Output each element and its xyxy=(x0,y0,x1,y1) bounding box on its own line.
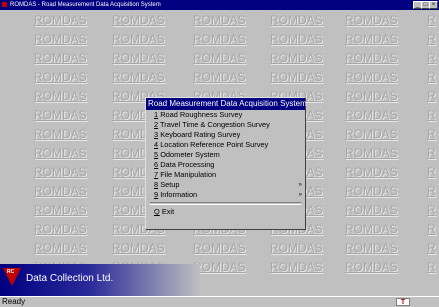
menu-item-information[interactable]: 9 Information» xyxy=(146,190,305,200)
romdas-watermark: ROMDAS xyxy=(193,13,246,27)
main-menu: Road Measurement Data Acquisition System… xyxy=(145,97,307,230)
romdas-watermark-edge: R xyxy=(427,127,436,141)
romdas-watermark: ROMDAS xyxy=(345,260,398,274)
romdas-watermark: ROMDAS xyxy=(112,51,165,65)
romdas-watermark: ROMDAS xyxy=(270,241,323,255)
romdas-watermark: ROMDAS xyxy=(34,108,87,122)
romdas-watermark-edge: R xyxy=(427,165,436,179)
romdas-watermark-edge: R xyxy=(427,51,436,65)
romdas-watermark: ROMDAS xyxy=(34,241,87,255)
romdas-watermark-edge: R xyxy=(427,222,436,236)
romdas-watermark: ROMDAS xyxy=(34,70,87,84)
romdas-watermark-edge: R xyxy=(427,70,436,84)
app-icon[interactable] xyxy=(2,2,7,7)
romdas-watermark-edge: R xyxy=(427,108,436,122)
menu-separator xyxy=(150,202,301,205)
romdas-watermark-edge: R xyxy=(427,89,436,103)
romdas-watermark: ROMDAS xyxy=(112,32,165,46)
romdas-watermark: ROMDAS xyxy=(270,32,323,46)
romdas-watermark: ROMDAS xyxy=(345,13,398,27)
romdas-watermark: ROMDAS xyxy=(34,51,87,65)
company-name: Data Collection Ltd. xyxy=(26,273,114,284)
romdas-watermark: ROMDAS xyxy=(270,70,323,84)
romdas-watermark-edge: R xyxy=(427,260,436,274)
romdas-watermark: ROMDAS xyxy=(34,146,87,160)
romdas-watermark: ROMDAS xyxy=(112,70,165,84)
romdas-watermark: ROMDAS xyxy=(345,89,398,103)
romdas-watermark: ROMDAS xyxy=(34,127,87,141)
submenu-arrow-icon: » xyxy=(298,192,302,198)
romdas-watermark: ROMDAS xyxy=(345,127,398,141)
menu-item-location-reference-point-survey[interactable]: 4 Location Reference Point Survey xyxy=(146,140,305,150)
romdas-watermark: ROMDAS xyxy=(345,222,398,236)
title-bar[interactable]: ROMDAS - Road Measurement Data Acquisiti… xyxy=(0,0,439,10)
romdas-watermark: ROMDAS xyxy=(193,260,246,274)
menu-item-travel-time-congestion-survey[interactable]: 2 Travel Time & Congestion Survey xyxy=(146,120,305,130)
romdas-watermark-edge: R xyxy=(427,13,436,27)
status-bar: Ready T xyxy=(0,296,439,307)
romdas-watermark: ROMDAS xyxy=(270,13,323,27)
close-button[interactable]: × xyxy=(429,1,438,9)
menu-item-keyboard-rating-survey[interactable]: 3 Keyboard Rating Survey xyxy=(146,130,305,140)
romdas-watermark: ROMDAS xyxy=(34,165,87,179)
menu-item-road-roughness-survey[interactable]: 1 Road Roughness Survey xyxy=(146,110,305,120)
menu-item-setup[interactable]: 8 Setup» xyxy=(146,180,305,190)
status-indicator: T xyxy=(396,298,410,306)
romdas-watermark: ROMDAS xyxy=(112,241,165,255)
romdas-watermark: ROMDAS xyxy=(345,108,398,122)
romdas-watermark: ROMDAS xyxy=(34,203,87,217)
romdas-watermark: ROMDAS xyxy=(193,51,246,65)
romdas-watermark: ROMDAS xyxy=(193,32,246,46)
menu-title: Road Measurement Data Acquisition System xyxy=(146,98,307,110)
romdas-watermark: ROMDAS xyxy=(345,184,398,198)
romdas-watermark: ROMDAS xyxy=(34,89,87,103)
romdas-watermark: ROMDAS xyxy=(193,241,246,255)
menu-item-exit[interactable]: Q Exit xyxy=(146,207,305,217)
romdas-watermark: ROMDAS xyxy=(345,203,398,217)
romdas-watermark-edge: R xyxy=(427,203,436,217)
menu-item-odometer-system[interactable]: 5 Odometer System xyxy=(146,150,305,160)
romdas-watermark: ROMDAS xyxy=(345,32,398,46)
romdas-watermark: ROMDAS xyxy=(34,222,87,236)
submenu-arrow-icon: » xyxy=(298,182,302,188)
romdas-watermark-edge: R xyxy=(427,32,436,46)
romdas-watermark-edge: R xyxy=(427,241,436,255)
romdas-watermark: ROMDAS xyxy=(34,32,87,46)
romdas-watermark: ROMDAS xyxy=(34,184,87,198)
status-text: Ready xyxy=(2,297,26,306)
logo-shield-icon: RC xyxy=(3,268,21,286)
romdas-watermark: ROMDAS xyxy=(345,51,398,65)
romdas-watermark: ROMDAS xyxy=(34,13,87,27)
romdas-watermark: ROMDAS xyxy=(270,51,323,65)
menu-item-data-processing[interactable]: 6 Data Processing xyxy=(146,160,305,170)
romdas-watermark: ROMDAS xyxy=(345,146,398,160)
window-title: ROMDAS - Road Measurement Data Acquisiti… xyxy=(10,2,161,8)
romdas-watermark: ROMDAS xyxy=(193,70,246,84)
romdas-watermark: ROMDAS xyxy=(270,260,323,274)
romdas-watermark: ROMDAS xyxy=(112,13,165,27)
menu-item-file-manipulation[interactable]: 7 File Manipulation xyxy=(146,170,305,180)
menu-items: 1 Road Roughness Survey 2 Travel Time & C… xyxy=(146,110,305,200)
company-logo-banner: RC Data Collection Ltd. xyxy=(0,264,200,296)
romdas-watermark: ROMDAS xyxy=(345,165,398,179)
romdas-watermark-edge: R xyxy=(427,146,436,160)
romdas-watermark-edge: R xyxy=(427,184,436,198)
romdas-watermark: ROMDAS xyxy=(345,241,398,255)
romdas-watermark: ROMDAS xyxy=(345,70,398,84)
